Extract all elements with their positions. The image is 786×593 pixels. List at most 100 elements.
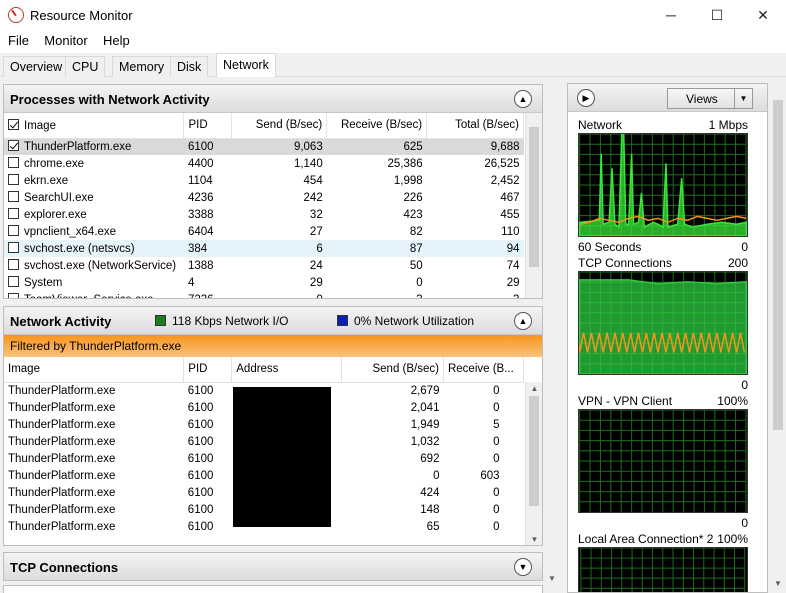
column-pid[interactable]: PID [183, 357, 233, 383]
minimize-button[interactable]: ─ [648, 0, 694, 30]
table-row[interactable]: vpnclient_x64.exe 6404 27 82 110 [4, 223, 524, 240]
table-row[interactable]: chrome.exe 4400 1,140 25,386 26,525 [4, 155, 524, 172]
table-row[interactable]: TeamViewer_Service.exe7236033 [4, 291, 524, 298]
scroll-down-arrow-icon[interactable]: ▼ [770, 577, 786, 591]
cell-send: 424 [420, 486, 440, 499]
graph-title: TCP Connections [578, 256, 672, 270]
cell-image: svchost.exe (NetworkService) [4, 257, 184, 274]
tab-overview[interactable]: Overview [3, 56, 70, 77]
graph-max: 100% [717, 532, 748, 546]
processes-scrollbar[interactable] [525, 113, 542, 298]
menu-file[interactable]: File [4, 31, 33, 48]
cell-image: svchost.exe (netsvcs) [4, 240, 184, 257]
tab-cpu[interactable]: CPU [65, 56, 106, 77]
cell-send: 29 [309, 276, 323, 289]
filter-banner: Filtered by ThunderPlatform.exe [4, 335, 542, 357]
tab-memory[interactable]: Memory [112, 56, 172, 77]
cell-pid: 1388 [187, 259, 214, 272]
menu-bar: File Monitor Help [0, 31, 786, 51]
table-row[interactable]: ThunderPlatform.exe 6100 9,063 625 9,688 [4, 138, 524, 155]
table-row[interactable]: svchost.exe (NetworkService) 1388 24 50 74 [4, 257, 524, 274]
scroll-thumb[interactable] [529, 396, 539, 506]
scroll-down-arrow-icon[interactable]: ▼ [546, 572, 558, 586]
table-row[interactable]: System 4 29 0 29 [4, 274, 524, 291]
expand-chevron-down-icon[interactable]: ▼ [514, 558, 532, 576]
graph-min: 0 [741, 378, 748, 392]
cell-image: ThunderPlatform.exe [8, 503, 116, 516]
row-checkbox[interactable] [8, 208, 19, 219]
cell-image: ThunderPlatform.exe [8, 401, 116, 414]
column-image[interactable]: Image [4, 357, 185, 383]
row-checkbox[interactable] [8, 174, 19, 185]
table-row[interactable]: explorer.exe 3388 32 423 455 [4, 206, 524, 223]
tab-disk[interactable]: Disk [170, 56, 209, 77]
network-graph [578, 133, 748, 237]
scroll-down-arrow-icon[interactable]: ▼ [526, 533, 542, 545]
lan-graph [578, 547, 748, 592]
row-checkbox[interactable] [8, 293, 19, 298]
cell-send: 692 [420, 452, 440, 465]
graphs-scrollbar[interactable]: ▼ [770, 83, 786, 593]
tcp-connections-panel: TCP Connections ▼ [3, 552, 543, 581]
cell-image: ThunderPlatform.exe [8, 486, 116, 499]
views-dropdown[interactable]: Views ▼ [667, 88, 753, 109]
cell-total: 29 [506, 276, 520, 289]
table-row[interactable]: SearchUI.exe 4236 242 226 467 [4, 189, 524, 206]
cell-send: 242 [303, 191, 323, 204]
dropdown-caret-icon[interactable]: ▼ [734, 89, 752, 108]
column-pid[interactable]: PID [183, 113, 233, 139]
collapse-chevron-up-icon[interactable]: ▲ [514, 312, 532, 330]
cell-send: 1,032 [410, 435, 440, 448]
collapse-chevron-up-icon[interactable]: ▲ [514, 90, 532, 108]
cell-send: 6 [316, 242, 323, 255]
cell-total: 455 [500, 208, 520, 221]
maximize-button[interactable]: ☐ [694, 0, 740, 30]
column-address[interactable]: Address [231, 357, 343, 383]
next-panel-edge [3, 585, 543, 593]
column-image[interactable]: Image [4, 113, 185, 139]
cell-pid: 6100 [187, 520, 214, 533]
scroll-thumb[interactable] [529, 127, 539, 267]
column-receive[interactable]: Receive (B/sec) [326, 113, 428, 139]
cell-image: ThunderPlatform.exe [8, 452, 116, 465]
expand-chevron-right-icon[interactable]: ▶ [577, 89, 595, 107]
processes-panel-header[interactable]: Processes with Network Activity ▲ [4, 85, 542, 113]
close-button[interactable]: ✕ [740, 0, 786, 30]
row-checkbox[interactable] [8, 140, 19, 152]
cell-image: ThunderPlatform.exe [8, 418, 116, 431]
row-checkbox[interactable] [8, 276, 19, 287]
cell-send: 1,949 [410, 418, 440, 431]
cell-image: vpnclient_x64.exe [4, 223, 184, 240]
row-checkbox[interactable] [8, 242, 19, 253]
network-activity-scrollbar[interactable]: ▲ ▼ [525, 382, 542, 545]
scroll-up-arrow-icon[interactable]: ▲ [526, 382, 542, 396]
column-receive[interactable]: Receive (B... [443, 357, 525, 383]
row-checkbox[interactable] [8, 191, 19, 202]
menu-help[interactable]: Help [99, 31, 134, 48]
table-row[interactable]: svchost.exe (netsvcs) 384 6 87 94 [4, 240, 524, 257]
row-checkbox[interactable] [8, 157, 19, 168]
network-activity-header[interactable]: Network Activity 118 Kbps Network I/O 0%… [4, 307, 542, 335]
menu-monitor[interactable]: Monitor [40, 31, 91, 48]
cell-total: 2,452 [490, 174, 520, 187]
scroll-thumb[interactable] [773, 100, 783, 430]
column-total[interactable]: Total (B/sec) [426, 113, 524, 139]
tcp-connections-title: TCP Connections [10, 560, 119, 575]
row-checkbox[interactable] [8, 225, 19, 236]
cell-pid: 6100 [187, 140, 214, 153]
tcp-connections-header[interactable]: TCP Connections ▼ [4, 553, 542, 580]
column-send[interactable]: Send (B/sec) [341, 357, 444, 383]
select-all-checkbox[interactable] [8, 118, 19, 130]
cell-receive: 1,998 [393, 174, 423, 187]
cell-total: 110 [501, 225, 520, 238]
cell-pid: 6100 [187, 469, 214, 482]
row-checkbox[interactable] [8, 259, 19, 270]
redacted-address-block [233, 387, 331, 527]
graph-min: 0 [741, 240, 748, 254]
table-row[interactable]: ekrn.exe 1104 454 1,998 2,452 [4, 172, 524, 189]
column-send[interactable]: Send (B/sec) [231, 113, 328, 139]
cell-receive: 0 [493, 486, 500, 499]
tab-network[interactable]: Network [216, 53, 276, 78]
pane-splitter[interactable]: ▼ [546, 84, 558, 593]
vpn-graph [578, 409, 748, 513]
